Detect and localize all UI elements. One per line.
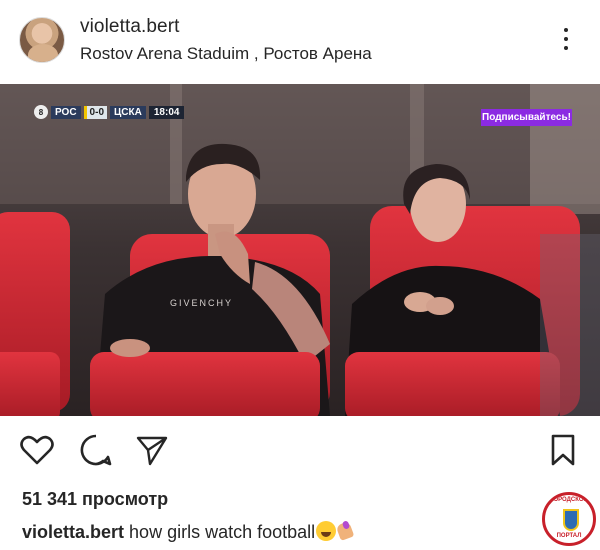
nail-polish-emoji-icon [336,521,354,541]
post-caption: violetta.bert how girls watch football [22,521,354,543]
laughing-emoji-icon [316,521,337,541]
match-score: 0-0 [83,105,107,119]
send-icon[interactable] [134,432,170,468]
home-team: РОС [51,105,81,119]
views-count[interactable]: 51 341 просмотр [22,489,168,510]
watermark-top-text: ГОРОДСКОЙ [550,497,588,503]
stadium-scene-image: GIVENCHY [0,84,600,416]
post-username[interactable]: violetta.bert [80,16,180,38]
score-overlay: 8 РОС 0-0 ЦСКА 18:04 [34,104,185,120]
away-team: ЦСКА [110,105,146,119]
watermark-bottom-text: ПОРТАЛ [556,533,582,539]
more-options-icon[interactable] [556,28,576,58]
post-location[interactable]: Rostov Arena Staduim , Ростов Арена [80,44,372,64]
svg-text:GIVENCHY: GIVENCHY [170,298,233,308]
subscribe-overlay-tag: Подписывайтесь! [481,109,572,126]
match-clock: 18:04 [148,105,185,119]
post-header: violetta.bert Rostov Arena Staduim , Рос… [0,0,600,84]
comment-icon[interactable] [78,432,114,468]
round-badge: 8 [34,105,48,119]
caption-text: how girls watch football [129,522,316,542]
caption-username[interactable]: violetta.bert [22,522,124,542]
portal-watermark-logo: ГОРОДСКОЙ ПОРТАЛ [542,492,596,546]
heart-icon[interactable] [19,432,55,468]
avatar[interactable] [19,17,65,63]
post-photo[interactable]: GIVENCHY [0,84,600,416]
crest-icon [563,509,579,531]
bookmark-icon[interactable] [545,432,581,468]
